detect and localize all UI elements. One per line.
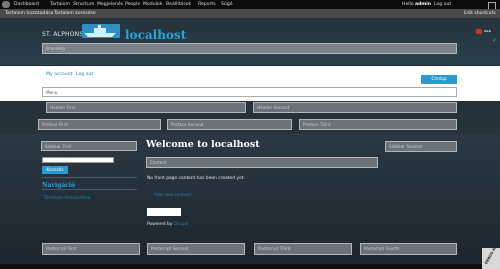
white-block — [147, 208, 181, 216]
region-postscript-third: Postscript Third — [254, 243, 352, 255]
my-account-link[interactable]: My account — [46, 72, 72, 77]
drupal-link[interactable]: Drupal — [174, 222, 189, 227]
region-postscript-fourth: Postscript Fourth — [360, 243, 457, 255]
toolbar-item-people[interactable]: People — [125, 2, 140, 7]
log-out-link[interactable]: Log out — [76, 72, 93, 77]
page-title: Welcome to localhost — [146, 139, 260, 150]
toolbar-username[interactable]: admin — [415, 2, 431, 7]
sidebar-search-button[interactable]: Keresés — [42, 166, 68, 174]
toolbar-item-content[interactable]: Tartalom — [50, 2, 70, 7]
sidebar-search-input[interactable] — [42, 157, 114, 163]
debug-badge-text: DEBUG ME — [484, 244, 499, 265]
region-preface-first: Preface First — [38, 119, 161, 130]
nav-title: Navigáció — [42, 182, 76, 189]
shortcut-add-content[interactable]: Tartalom hozzáadása — [5, 11, 54, 16]
debug-badge[interactable]: DEBUG ME — [482, 244, 500, 269]
shortcuts-bar: Tartalom hozzáadása Tartalom keresése Ed… — [0, 9, 500, 18]
region-sidebar-second: Sidebar Second — [385, 141, 457, 152]
region-branding: Branding — [42, 43, 457, 54]
record-indicator-icon — [476, 29, 482, 34]
toolbar-logout[interactable]: Log out — [434, 2, 451, 7]
region-postscript-second: Postscript Second — [147, 243, 245, 255]
add-new-content-link[interactable]: Add new content — [154, 193, 191, 198]
region-postscript-first: Postscript First — [42, 243, 140, 255]
region-header-second: Header Second — [253, 102, 457, 113]
logo-text: ST. ALPHONSA — [42, 31, 88, 38]
toolbar-item-dashboard[interactable]: Dashboard — [14, 2, 39, 7]
home-icon[interactable] — [2, 1, 10, 8]
powered-by-text: Powered by — [147, 222, 173, 227]
cimlap-button[interactable]: Címlap — [421, 75, 457, 84]
footer-bar — [0, 264, 500, 269]
no-content-message: No front page content has been created y… — [147, 176, 245, 181]
region-preface-third: Preface Third — [299, 119, 457, 130]
site-header — [0, 18, 500, 65]
region-sidebar-first: Sidebar First — [41, 141, 137, 151]
toolbar-item-appearance[interactable]: Megjelenés — [97, 2, 123, 7]
toolbar-item-help[interactable]: Súgó — [221, 2, 233, 7]
site-name[interactable]: localhost — [125, 28, 186, 42]
toolbar-item-modules[interactable]: Modulok — [143, 2, 162, 7]
check-icon: ✓ — [492, 37, 498, 44]
region-content: Content — [146, 157, 378, 168]
region-header-first: Header First — [46, 102, 246, 113]
sidebar-divider — [42, 177, 137, 178]
logo-ship-icon — [82, 24, 120, 38]
toolbar-greeting: Hello — [402, 1, 414, 7]
admin-toolbar: Dashboard Tartalom Structure Megjelenés … — [0, 0, 500, 10]
region-preface-second: Preface Second — [167, 119, 292, 130]
powered-by: Powered by Drupal — [147, 222, 189, 227]
menu-region: Menu — [42, 87, 457, 97]
toolbar-item-structure[interactable]: Structure — [73, 2, 94, 7]
toolbar-item-settings[interactable]: Beállítások — [166, 2, 191, 7]
toolbar-item-reports[interactable]: Reports — [198, 2, 216, 7]
indicator-label: ▪▪▪ — [484, 29, 491, 33]
edit-shortcuts-link[interactable]: Edit shortcuts — [464, 11, 496, 16]
nav-divider — [42, 189, 137, 190]
site-logo[interactable]: ST. ALPHONSA — [42, 31, 88, 38]
nav-link-add-content[interactable]: Tartalom hozzáadása — [44, 196, 90, 201]
shortcut-find-content[interactable]: Tartalom keresése — [54, 11, 96, 16]
